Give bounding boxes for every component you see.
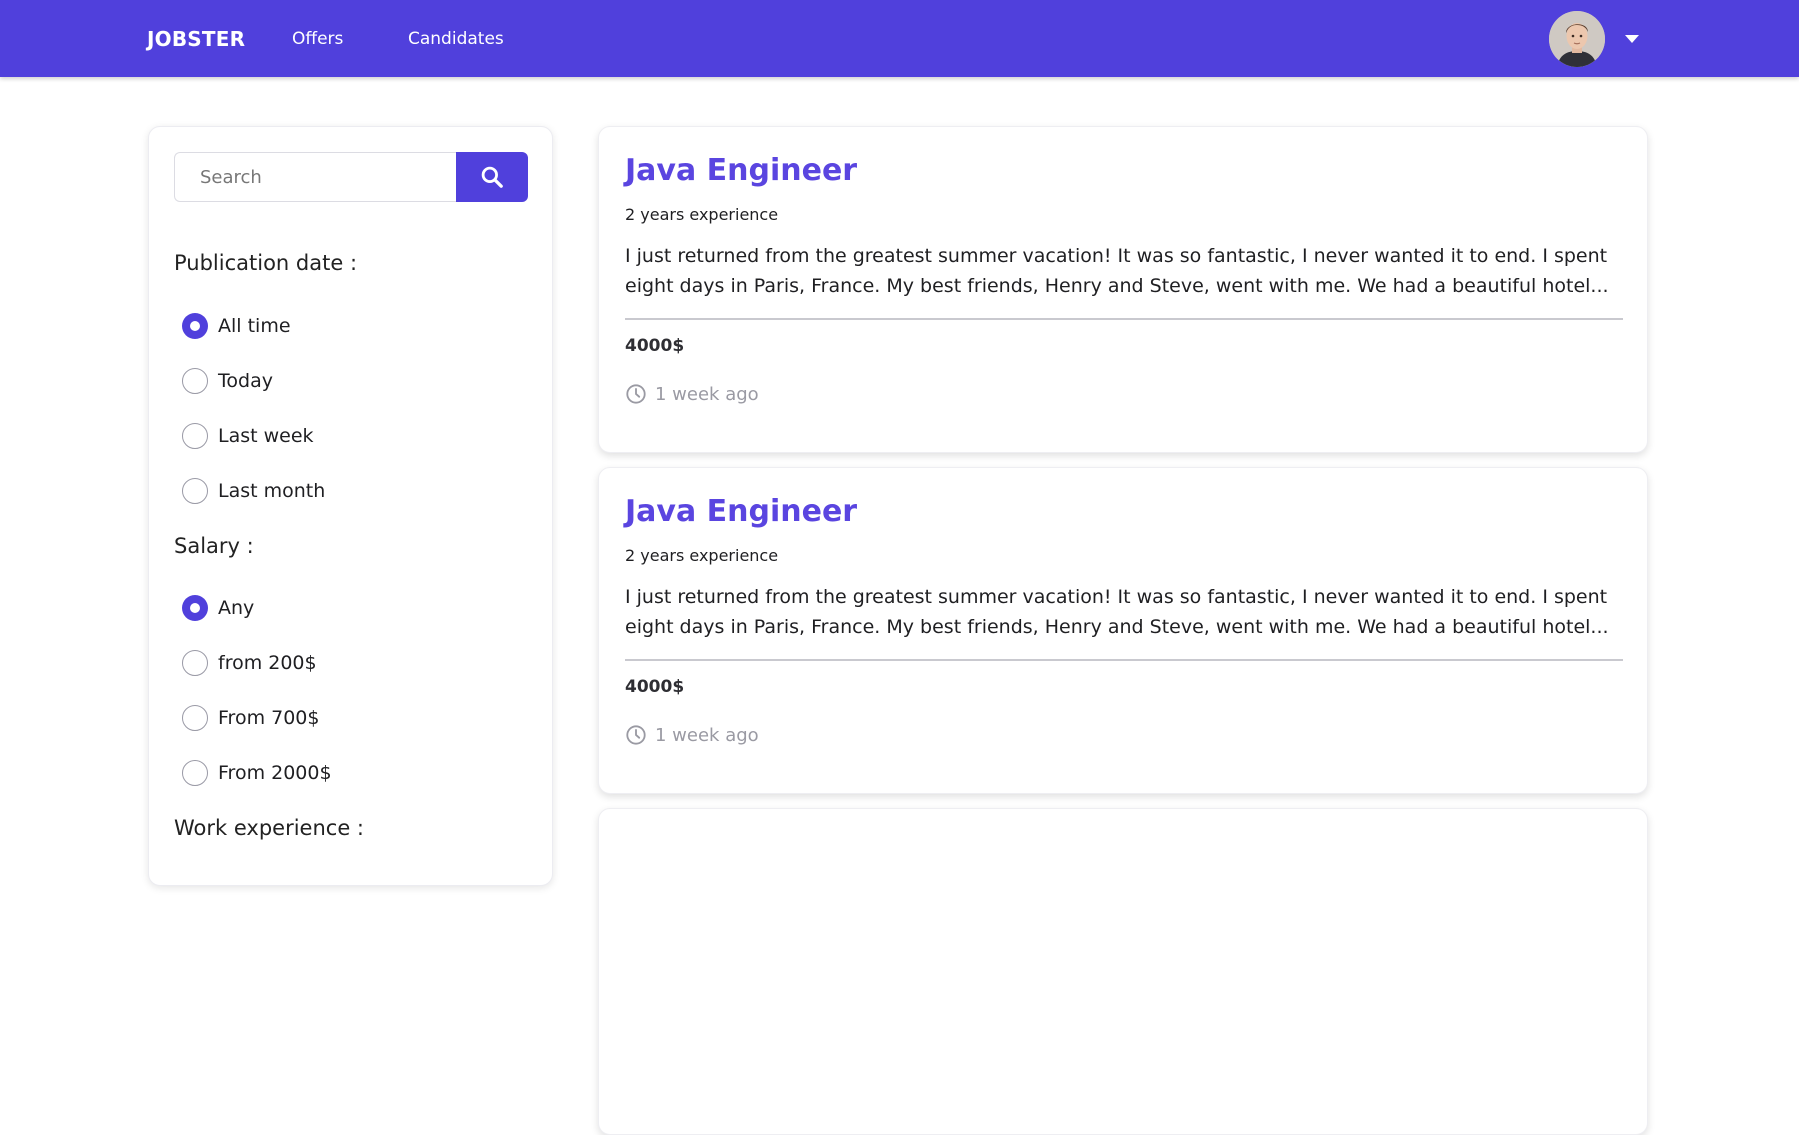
radio-button[interactable] [182,595,208,621]
radio-label: Last week [218,425,314,447]
radio-label: from 200$ [218,652,317,674]
salary-heading: Salary : [174,534,254,558]
offer-salary: 4000$ [625,677,685,697]
radio-button[interactable] [182,650,208,676]
top-navbar: JOBSTER Offers Candidates [0,0,1799,77]
radio-label: From 700$ [218,707,320,729]
radio-button[interactable] [182,368,208,394]
nav-link-candidates[interactable]: Candidates [408,29,504,49]
search-input[interactable] [174,152,457,202]
offer-title[interactable]: Java Engineer [625,494,857,529]
offer-experience: 2 years experience [625,205,779,224]
offer-card[interactable]: Java Engineer 2 years experience I just … [598,467,1648,794]
offer-description: I just returned from the greatest summer… [625,586,1609,638]
publication-date-heading: Publication date : [174,251,358,275]
posted-label: 1 week ago [655,383,759,405]
search-icon [481,166,503,188]
radio-salary-from-200[interactable]: from 200$ [182,649,317,677]
offer-salary: 4000$ [625,336,685,356]
radio-pubdate-all-time[interactable]: All time [182,312,291,340]
divider [625,318,1623,320]
posted-label: 1 week ago [655,724,759,746]
nav-link-offers[interactable]: Offers [292,29,343,49]
radio-button[interactable] [182,760,208,786]
offer-posted-time: 1 week ago [625,724,759,746]
offer-title[interactable]: Java Engineer [625,153,857,188]
search-button[interactable] [456,152,528,202]
clock-icon [625,724,647,746]
radio-pubdate-today[interactable]: Today [182,367,273,395]
radio-button[interactable] [182,313,208,339]
radio-salary-from-700[interactable]: From 700$ [182,704,319,732]
radio-button[interactable] [182,705,208,731]
radio-salary-any[interactable]: Any [182,594,254,622]
clock-icon [625,383,647,405]
avatar-image [1549,11,1605,67]
caret-down-icon[interactable] [1625,35,1639,43]
user-avatar[interactable] [1549,11,1605,67]
radio-salary-from-2000[interactable]: From 2000$ [182,759,332,787]
offer-card[interactable] [598,808,1648,1135]
radio-pubdate-last-week[interactable]: Last week [182,422,314,450]
radio-label: All time [218,315,291,337]
radio-label: Any [218,597,255,619]
divider [625,659,1623,661]
radio-button[interactable] [182,423,208,449]
radio-label: Today [218,370,273,392]
offer-card[interactable]: Java Engineer 2 years experience I just … [598,126,1648,453]
radio-label: Last month [218,480,326,502]
offer-experience: 2 years experience [625,546,779,565]
brand-logo[interactable]: JOBSTER [147,27,245,51]
radio-pubdate-last-month[interactable]: Last month [182,477,325,505]
radio-label: From 2000$ [218,762,332,784]
offer-description: I just returned from the greatest summer… [625,245,1609,297]
filter-sidebar: Publication date : All time Today Last w… [148,126,553,886]
radio-button[interactable] [182,478,208,504]
work-experience-heading: Work experience : [174,816,364,840]
search-bar [174,152,528,202]
offer-posted-time: 1 week ago [625,383,759,405]
